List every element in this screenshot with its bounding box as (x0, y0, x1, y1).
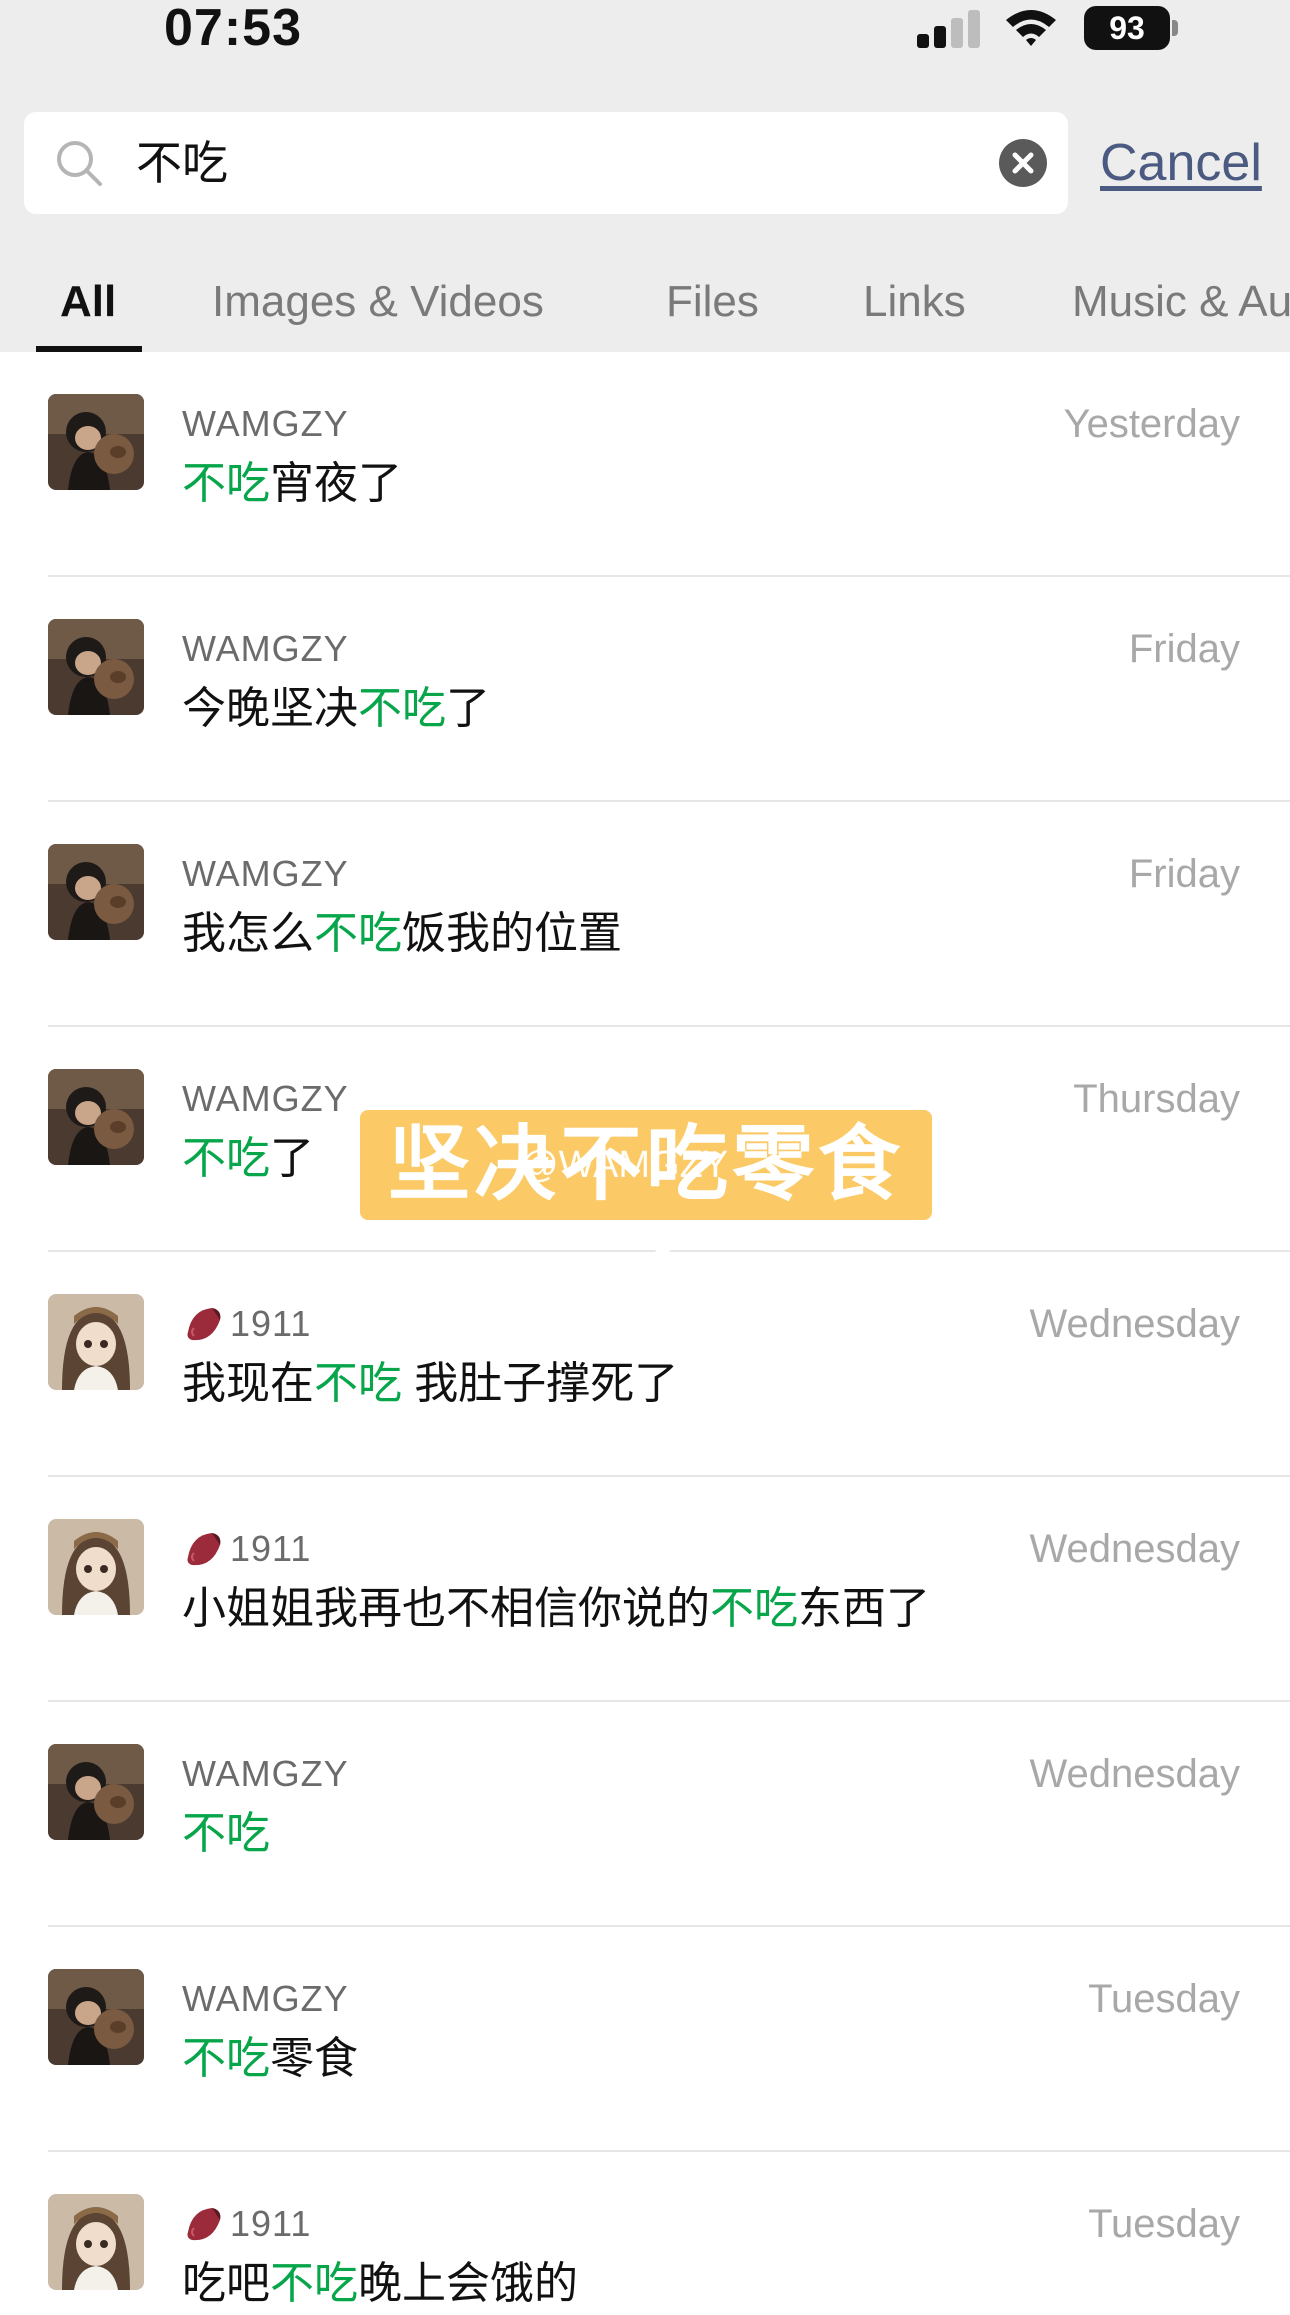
status-bar: 07:53 93 (0, 0, 1290, 70)
sender-name: 1911 (182, 2202, 311, 2246)
search-category-tabs: All Images & Videos Files Links Music & … (0, 262, 1290, 352)
sender-name: 1911 (182, 1527, 311, 1571)
cellular-signal-icon (917, 10, 980, 48)
avatar[interactable] (48, 1294, 144, 1390)
avatar[interactable] (48, 844, 144, 940)
search-icon (57, 141, 102, 186)
sticker-caption-overlay: 坚决不吃零食了 @WAMGZY (360, 1110, 932, 1320)
tab-files[interactable]: Files (666, 274, 759, 330)
keyword-highlight: 不吃 (358, 684, 446, 733)
sweet-potato-icon (187, 1533, 221, 1566)
avatar[interactable] (48, 619, 144, 715)
message-snippet: 不吃零食 (182, 2034, 358, 2083)
avatar[interactable] (48, 1069, 144, 1165)
keyword-highlight: 不吃 (314, 1359, 402, 1408)
avatar[interactable] (48, 1519, 144, 1615)
sender-name: WAMGZY (182, 403, 349, 444)
cancel-button[interactable]: Cancel (1100, 132, 1262, 194)
tab-images-videos[interactable]: Images & Videos (212, 274, 544, 330)
status-time: 07:53 (164, 0, 302, 57)
battery-indicator: 93 (1084, 6, 1178, 50)
message-date: Thursday (1073, 1077, 1240, 1121)
message-date: Wednesday (1029, 1752, 1240, 1796)
keyword-highlight: 不吃 (182, 2034, 270, 2083)
result-row[interactable]: WAMGZY Friday 我怎么不吃饭我的位置 (0, 802, 1290, 1027)
sender-name: WAMGZY (182, 853, 349, 894)
search-input[interactable]: 不吃 (24, 112, 1068, 214)
message-snippet: 不吃了 (182, 1134, 314, 1183)
keyword-highlight: 不吃 (182, 1134, 270, 1183)
avatar[interactable] (48, 2194, 144, 2290)
message-snippet: 小姐姐我再也不相信你说的不吃东西了 (182, 1584, 930, 1633)
result-row[interactable]: 1911 Tuesday 吃吧不吃晚上会饿的 (0, 2152, 1290, 2315)
sender-name: WAMGZY (182, 1753, 349, 1794)
clear-search-icon[interactable] (998, 138, 1048, 188)
message-snippet: 我现在不吃 我肚子撑死了 (182, 1359, 679, 1408)
avatar[interactable] (48, 1969, 144, 2065)
search-header: 07:53 93 不吃 Cancel All Images & Videos F… (0, 0, 1290, 352)
message-date: Wednesday (1029, 1302, 1240, 1346)
message-date: Wednesday (1029, 1527, 1240, 1571)
sender-name: WAMGZY (182, 1078, 349, 1119)
result-row[interactable]: WAMGZY Friday 今晚坚决不吃了 (0, 577, 1290, 802)
battery-level: 93 (1084, 6, 1170, 50)
result-row[interactable]: 1911 Wednesday 小姐姐我再也不相信你说的不吃东西了 (0, 1477, 1290, 1702)
message-snippet: 不吃宵夜了 (182, 459, 402, 508)
message-date: Tuesday (1088, 1977, 1240, 2021)
tab-all[interactable]: All (60, 274, 116, 330)
message-date: Friday (1128, 627, 1240, 671)
message-date: Tuesday (1088, 2202, 1240, 2246)
result-row[interactable]: WAMGZY Yesterday 不吃宵夜了 (0, 352, 1290, 577)
avatar[interactable] (48, 1744, 144, 1840)
keyword-highlight: 不吃 (182, 1809, 270, 1858)
message-snippet: 吃吧不吃晚上会饿的 (182, 2259, 578, 2308)
keyword-highlight: 不吃 (270, 2259, 358, 2308)
avatar[interactable] (48, 394, 144, 490)
message-snippet: 不吃 (182, 1806, 270, 1862)
message-date: Friday (1128, 852, 1240, 896)
sweet-potato-icon (187, 2208, 221, 2241)
result-row[interactable]: WAMGZY Wednesday 不吃 (0, 1702, 1290, 1927)
keyword-highlight: 不吃 (182, 459, 270, 508)
keyword-highlight: 不吃 (314, 909, 402, 958)
sender-name: WAMGZY (182, 628, 349, 669)
result-row[interactable]: WAMGZY Tuesday 不吃零食 (0, 1927, 1290, 2152)
battery-tip (1172, 20, 1178, 36)
wifi-icon (1006, 10, 1056, 46)
message-date: Yesterday (1063, 402, 1240, 446)
message-snippet: 今晚坚决不吃了 (182, 684, 490, 733)
sweet-potato-icon (187, 1308, 221, 1341)
keyword-highlight: 不吃 (710, 1584, 798, 1633)
sender-name: WAMGZY (182, 1978, 349, 2019)
tab-links[interactable]: Links (863, 274, 966, 330)
sender-name: 1911 (182, 1302, 311, 1346)
watermark-handle: @WAMGZY (520, 1144, 729, 1186)
tab-music-audio[interactable]: Music & Au (1072, 274, 1290, 330)
search-query[interactable]: 不吃 (136, 136, 228, 190)
message-snippet: 我怎么不吃饭我的位置 (182, 909, 622, 958)
